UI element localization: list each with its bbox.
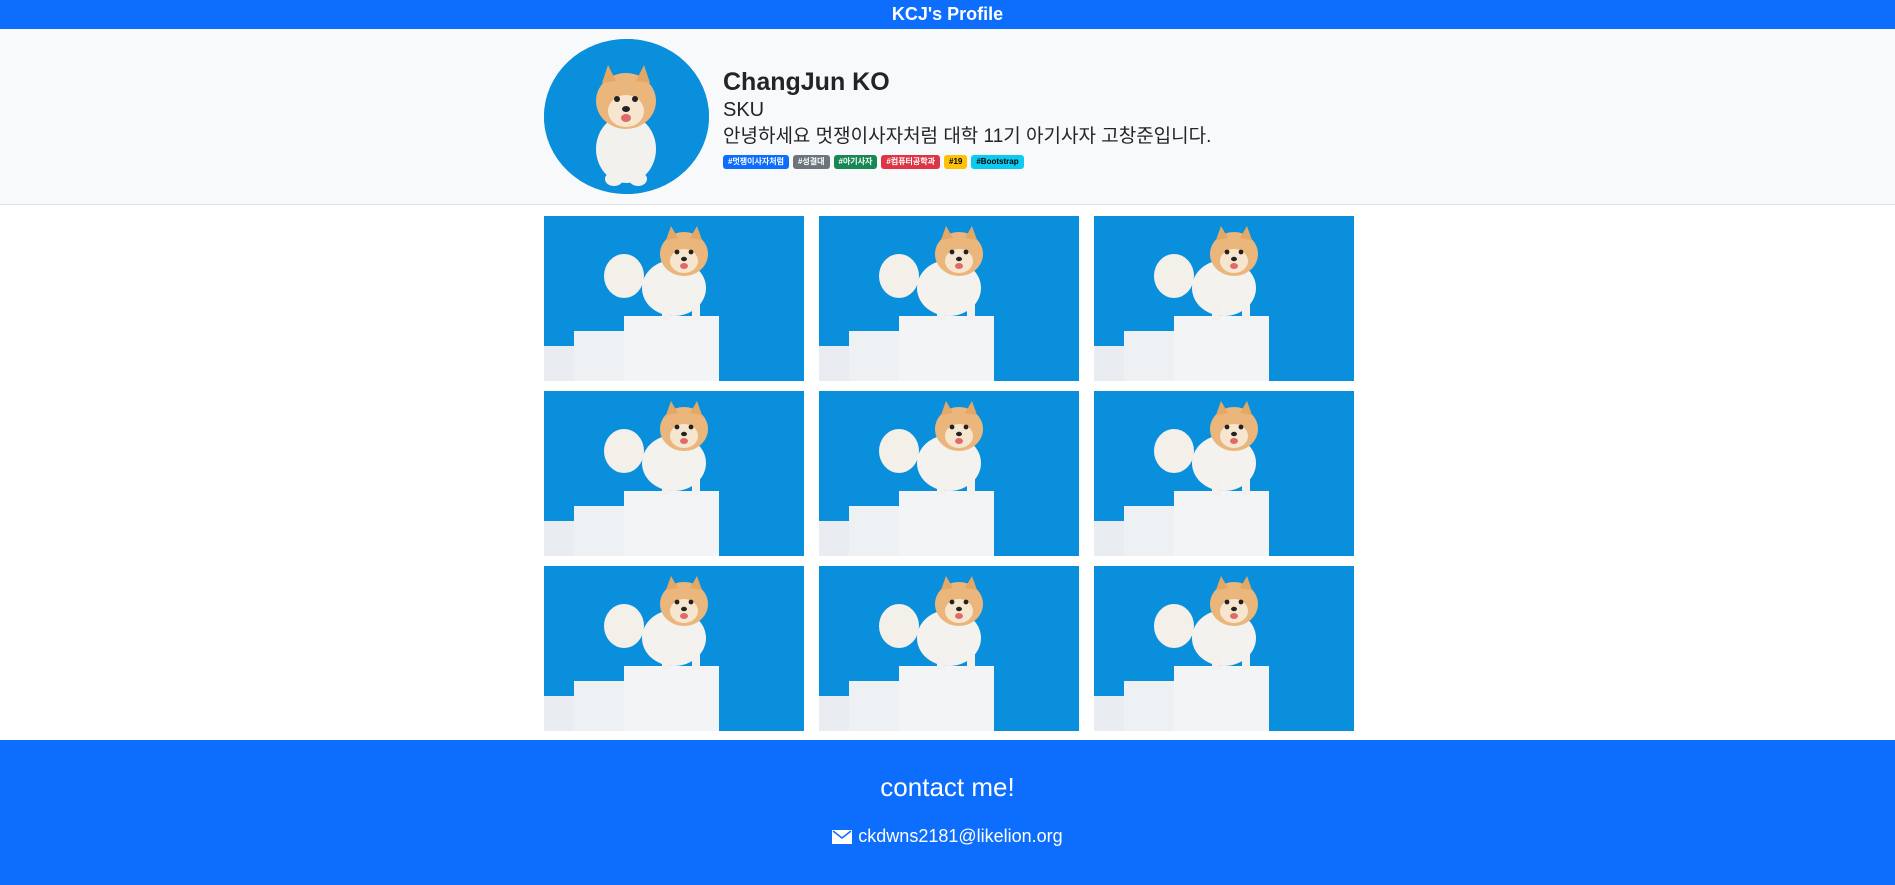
profile-name: ChangJun KO <box>723 68 890 96</box>
pomeranian-avatar-image <box>544 39 709 194</box>
envelope-icon <box>832 829 853 844</box>
footer: contact me! ckdwns2181@likelion.org <box>0 740 1895 885</box>
gallery-photo <box>544 216 804 381</box>
photo-gallery <box>544 216 1354 731</box>
page-title: KCJ's Profile <box>891 4 1004 24</box>
gallery-photo <box>819 216 1079 381</box>
gallery-photo <box>819 566 1079 731</box>
gallery-photo <box>1094 566 1354 731</box>
profile-bio: 안녕하세요 멋쟁이사자처럼 대학 11기 아기사자 고창준입니다. <box>723 126 1212 147</box>
tag-list: #멋쟁이사자처럼 #성결대 #아기사자 #컴퓨터공학과 #19 #Bootstr… <box>723 155 1211 169</box>
gallery-photo <box>819 391 1079 556</box>
gallery-photo <box>544 391 804 556</box>
tag-badge: #멋쟁이사자처럼 <box>723 155 789 169</box>
profile-org: SKU <box>723 99 765 121</box>
tag-badge: #Bootstrap <box>971 155 1024 169</box>
contact-email[interactable]: ckdwns2181@likelion.org <box>0 826 1895 847</box>
gallery-photo <box>544 566 804 731</box>
gallery-photo <box>1094 216 1354 381</box>
tag-badge: #19 <box>944 155 968 169</box>
contact-email-text[interactable]: ckdwns2181@likelion.org <box>858 826 1062 847</box>
avatar <box>544 39 709 194</box>
tag-badge: #아기사자 <box>833 155 878 169</box>
profile-section: ChangJun KO SKU 안녕하세요 멋쟁이사자처럼 대학 11기 아기사… <box>0 29 1895 205</box>
contact-title: contact me! <box>880 772 1015 802</box>
top-bar: KCJ's Profile <box>0 0 1895 29</box>
gallery-photo <box>1094 391 1354 556</box>
tag-badge: #컴퓨터공학과 <box>881 155 940 169</box>
tag-badge: #성결대 <box>792 155 830 169</box>
